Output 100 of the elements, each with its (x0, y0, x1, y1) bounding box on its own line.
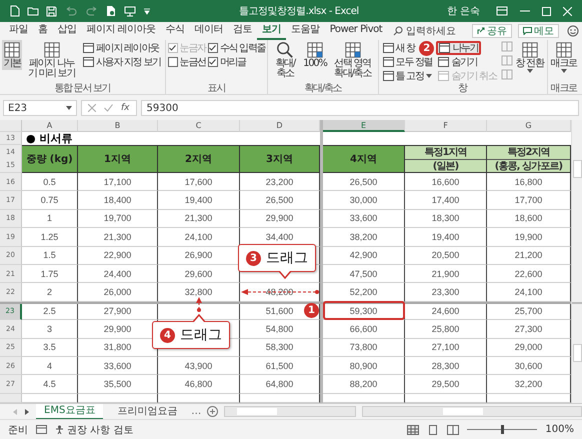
page-break-icon[interactable] (447, 424, 460, 434)
table-cell: 26,000 (78, 283, 158, 302)
minimize-icon[interactable] (520, 10, 530, 12)
accessibility-status[interactable]: 권장 사항 검토 (55, 422, 134, 436)
table-cell: 43,900 (158, 356, 240, 376)
scrollbar[interactable] (572, 120, 582, 304)
table-cell: 19,400 (405, 228, 487, 247)
column-header[interactable]: F (405, 120, 487, 132)
table-cell: 33,600 (323, 210, 405, 228)
ribbon-button[interactable]: 선택 영역 확대/축소 (330, 40, 376, 80)
ribbon-button[interactable]: 매크로 (550, 40, 578, 74)
column-header[interactable]: B (78, 120, 158, 132)
table-cell: 25,800 (405, 320, 487, 339)
table-cell: 17,600 (158, 173, 240, 192)
checkbox[interactable] (208, 43, 218, 53)
comment-icon (523, 27, 532, 35)
accessibility-icon (55, 425, 64, 434)
menu-tab[interactable]: 검토 (228, 22, 258, 40)
ribbon-button[interactable]: 사용자 지정 보기 (81, 55, 163, 69)
new-file-icon[interactable] (10, 5, 20, 17)
menu-tab[interactable]: 도움말 (286, 22, 325, 40)
menu-tab[interactable]: 데이터 (190, 22, 228, 40)
window-icon (382, 71, 394, 81)
ribbon-button[interactable]: 모두 정렬 (380, 55, 434, 69)
table-cell: 24,600 (405, 304, 487, 320)
checkbox[interactable] (208, 57, 218, 67)
sheet-tab[interactable]: EMS요금표 (36, 404, 104, 420)
table-cell: 35,500 (78, 375, 158, 394)
more-sheets-button[interactable]: … (191, 406, 202, 417)
scrollbar[interactable] (572, 304, 582, 403)
user-name: 한 은숙 (446, 5, 480, 18)
table-cell: 73,800 (323, 338, 405, 357)
menu-tab[interactable]: 파일 (4, 22, 33, 40)
group-label: 표시 (206, 83, 226, 94)
ribbon-button[interactable]: 기본 (2, 40, 22, 70)
sheet-tab[interactable]: 프리미엄요금 (109, 404, 186, 418)
step-badge: 4 (160, 328, 175, 342)
ribbon-button[interactable]: 100% (302, 40, 328, 70)
menu-tab[interactable]: Power Pivot (324, 22, 388, 40)
checkbox-option[interactable]: 눈금선 (168, 55, 206, 69)
column-header[interactable]: C (158, 120, 240, 132)
table-cell: 25,700 (487, 304, 571, 320)
column-header[interactable]: E (323, 120, 405, 132)
print-preview-icon[interactable] (106, 5, 117, 17)
ribbon-button[interactable]: 새 창 (380, 41, 417, 55)
header-cell: 특정2지역 (487, 146, 570, 160)
column-header[interactable]: D (240, 120, 320, 132)
add-sheet-icon[interactable] (207, 406, 218, 417)
menu-tab[interactable]: 페이지 레이아웃 (82, 22, 161, 40)
window-icon (83, 57, 94, 67)
smiley-icon[interactable] (567, 25, 580, 37)
insert-function-button[interactable]: fx (121, 103, 130, 113)
checkbox[interactable] (168, 57, 178, 67)
table-cell: 19,700 (78, 210, 158, 228)
table-cell: 1.75 (22, 264, 78, 284)
sheet-icon (3, 41, 21, 59)
menu-tab[interactable]: 삽입 (52, 22, 82, 40)
folder-icon[interactable] (27, 6, 39, 16)
checkbox-option[interactable]: 머리글 (208, 55, 266, 69)
ribbon-button[interactable]: 나누기 (436, 41, 482, 55)
customize-caret-icon[interactable] (143, 7, 151, 15)
checkbox-option[interactable]: 수식 입력줄 (208, 41, 266, 55)
formula-field[interactable]: 59300 (140, 100, 579, 116)
close-icon[interactable] (563, 6, 572, 16)
menu-tab[interactable]: 홈 (33, 22, 52, 40)
column-header[interactable]: A (22, 120, 78, 132)
macro-record-icon[interactable] (36, 425, 47, 434)
table-cell: 0.5 (22, 173, 78, 192)
ribbon-button[interactable]: 확대/축소 (270, 40, 300, 80)
table-cell: 19,400 (158, 191, 240, 210)
normal-view-icon[interactable] (407, 424, 420, 434)
ribbon-button[interactable]: 페이지 나누기 미리 보기 (24, 40, 79, 80)
ribbon-button[interactable]: 페이지 레이아웃 (81, 41, 161, 55)
scrollbar[interactable] (362, 406, 582, 417)
monitor-icon[interactable] (124, 6, 136, 16)
table-cell: 2 (22, 283, 78, 302)
table-cell: 24,100 (158, 228, 240, 247)
zoom-level[interactable]: 100% (545, 424, 574, 435)
table-cell: 17,400 (405, 191, 487, 210)
ribbon-button[interactable]: 숨기기 (436, 55, 480, 69)
ribbon-button[interactable]: 틀 고정 (380, 69, 434, 83)
page-layout-icon[interactable] (427, 424, 440, 434)
table-cell: 18,400 (78, 191, 158, 210)
table-cell: 24,400 (78, 264, 158, 284)
menu-tab[interactable]: 수식 (160, 22, 190, 40)
caret-icon (66, 106, 72, 110)
window-icon (438, 57, 450, 67)
maximize-icon[interactable] (542, 6, 551, 16)
scrollbar[interactable] (224, 406, 356, 417)
comment-button[interactable]: 메모 (518, 24, 560, 38)
share-button[interactable]: 공유 (472, 24, 512, 38)
ribbon-display-icon[interactable] (496, 6, 508, 16)
column-header[interactable]: G (487, 120, 571, 132)
ribbon-button[interactable]: 창 전환 (514, 40, 545, 74)
search-field[interactable]: 입력하세요 (393, 26, 466, 36)
save-icon[interactable] (46, 6, 57, 16)
name-box[interactable]: E23 (3, 100, 77, 116)
next-sheet-icon[interactable] (24, 408, 30, 414)
table-cell: 17,100 (78, 173, 158, 192)
table-cell: 4.5 (22, 375, 78, 394)
